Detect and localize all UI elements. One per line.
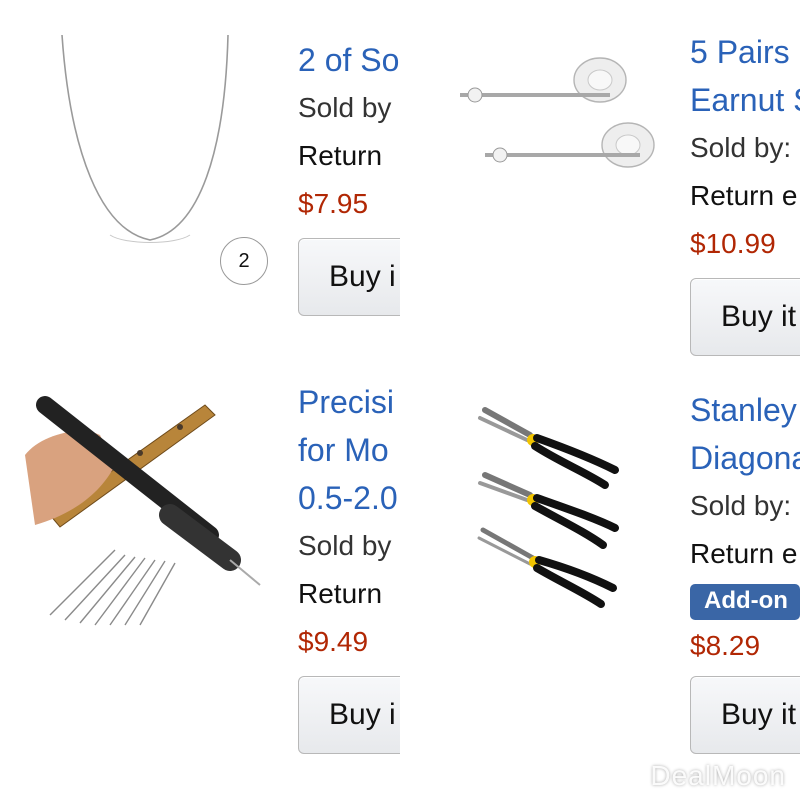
product-title-link[interactable]: Diagona: [690, 434, 800, 482]
drill-info: Precisi for Mo 0.5-2.0 Sold by Return $9…: [298, 378, 400, 754]
buy-it-again-button[interactable]: Buy it: [690, 278, 800, 356]
price-text: $7.95: [298, 188, 369, 219]
product-title-link[interactable]: 0.5-2.0: [298, 474, 400, 522]
add-on-badge: Add-on: [690, 584, 800, 620]
product-item-earnuts: 5 Pairs S Earnut S Sold by: Return e $10…: [400, 0, 800, 380]
returns-text: Return: [298, 140, 383, 171]
pliers-info: Stanley Diagona Sold by: Return e Add-on…: [690, 386, 800, 754]
returns-text: Return e: [690, 538, 798, 569]
product-item-pliers: Stanley Diagona Sold by: Return e Add-on…: [400, 380, 800, 800]
right-column: 5 Pairs S Earnut S Sold by: Return e $10…: [400, 0, 800, 800]
price-text: $9.49: [298, 626, 369, 657]
product-title-link[interactable]: Stanley: [690, 386, 800, 434]
price-text: $8.29: [690, 630, 761, 661]
product-title-link[interactable]: Earnut S: [690, 76, 800, 124]
buy-it-again-button[interactable]: Buy i: [298, 238, 400, 316]
earnuts-info: 5 Pairs S Earnut S Sold by: Return e $10…: [690, 28, 800, 356]
buy-it-again-button[interactable]: Buy i: [298, 676, 400, 754]
product-title-link[interactable]: 5 Pairs S: [690, 28, 800, 76]
price-text: $10.99: [690, 228, 776, 259]
necklace-info: 2 of So Sold by Return $7.95 Buy i: [298, 36, 400, 316]
sold-by-text: Sold by: [298, 92, 392, 123]
earnuts-product-image[interactable]: [450, 50, 655, 200]
product-item-necklace: 2 2 of So Sold by Return $7.95 Buy i: [0, 0, 400, 360]
pliers-product-image[interactable]: [475, 400, 635, 610]
quantity-badge: 2: [220, 237, 268, 285]
dealmoon-watermark: DealMoon: [650, 760, 786, 791]
sold-by-text: Sold by: [298, 530, 392, 561]
product-title-link[interactable]: 2 of So: [298, 36, 400, 84]
drill-product-image[interactable]: [20, 375, 270, 626]
product-title-link[interactable]: for Mo: [298, 426, 400, 474]
returns-text: Return e: [690, 180, 798, 211]
product-title-link[interactable]: Precisi: [298, 378, 400, 426]
sold-by-text: Sold by:: [690, 132, 792, 163]
buy-it-again-button[interactable]: Buy it: [690, 676, 800, 754]
left-column: 2 2 of So Sold by Return $7.95 Buy i Pre…: [0, 0, 400, 800]
product-item-drill: Precisi for Mo 0.5-2.0 Sold by Return $9…: [0, 360, 400, 800]
returns-text: Return: [298, 578, 383, 609]
sold-by-text: Sold by:: [690, 490, 792, 521]
